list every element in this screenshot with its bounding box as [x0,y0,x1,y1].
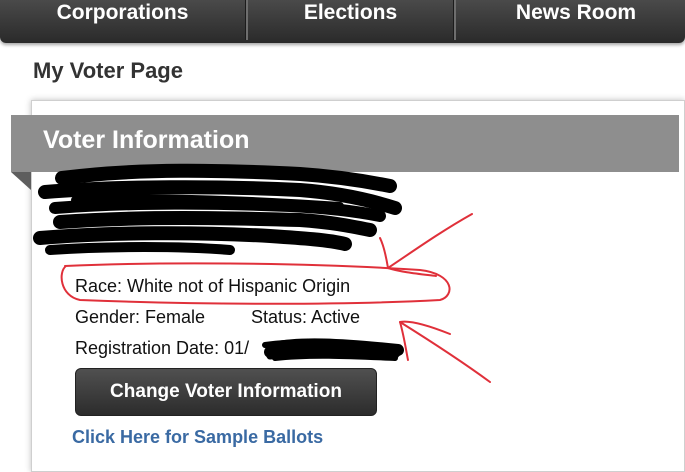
page-title: My Voter Page [33,58,183,83]
nav-item-elections[interactable]: Elections [248,0,453,36]
voter-info-heading: Voter Information [43,126,250,154]
banner-fold [11,172,31,190]
sample-ballots-link[interactable]: Click Here for Sample Ballots [72,427,323,448]
top-nav: Corporations Elections News Room [0,0,685,43]
gender-field: Gender: Female [75,307,206,327]
voter-info-banner: Voter Information [11,115,679,172]
nav-item-news-room[interactable]: News Room [456,0,685,36]
race-field: Race: White not of Hispanic Origin [75,276,351,296]
status-field: Status: Active [251,307,361,327]
nav-item-corporations[interactable]: Corporations [0,0,245,36]
registration-date-field: Registration Date: 01/ [75,338,250,358]
change-voter-info-button[interactable]: Change Voter Information [75,368,377,416]
